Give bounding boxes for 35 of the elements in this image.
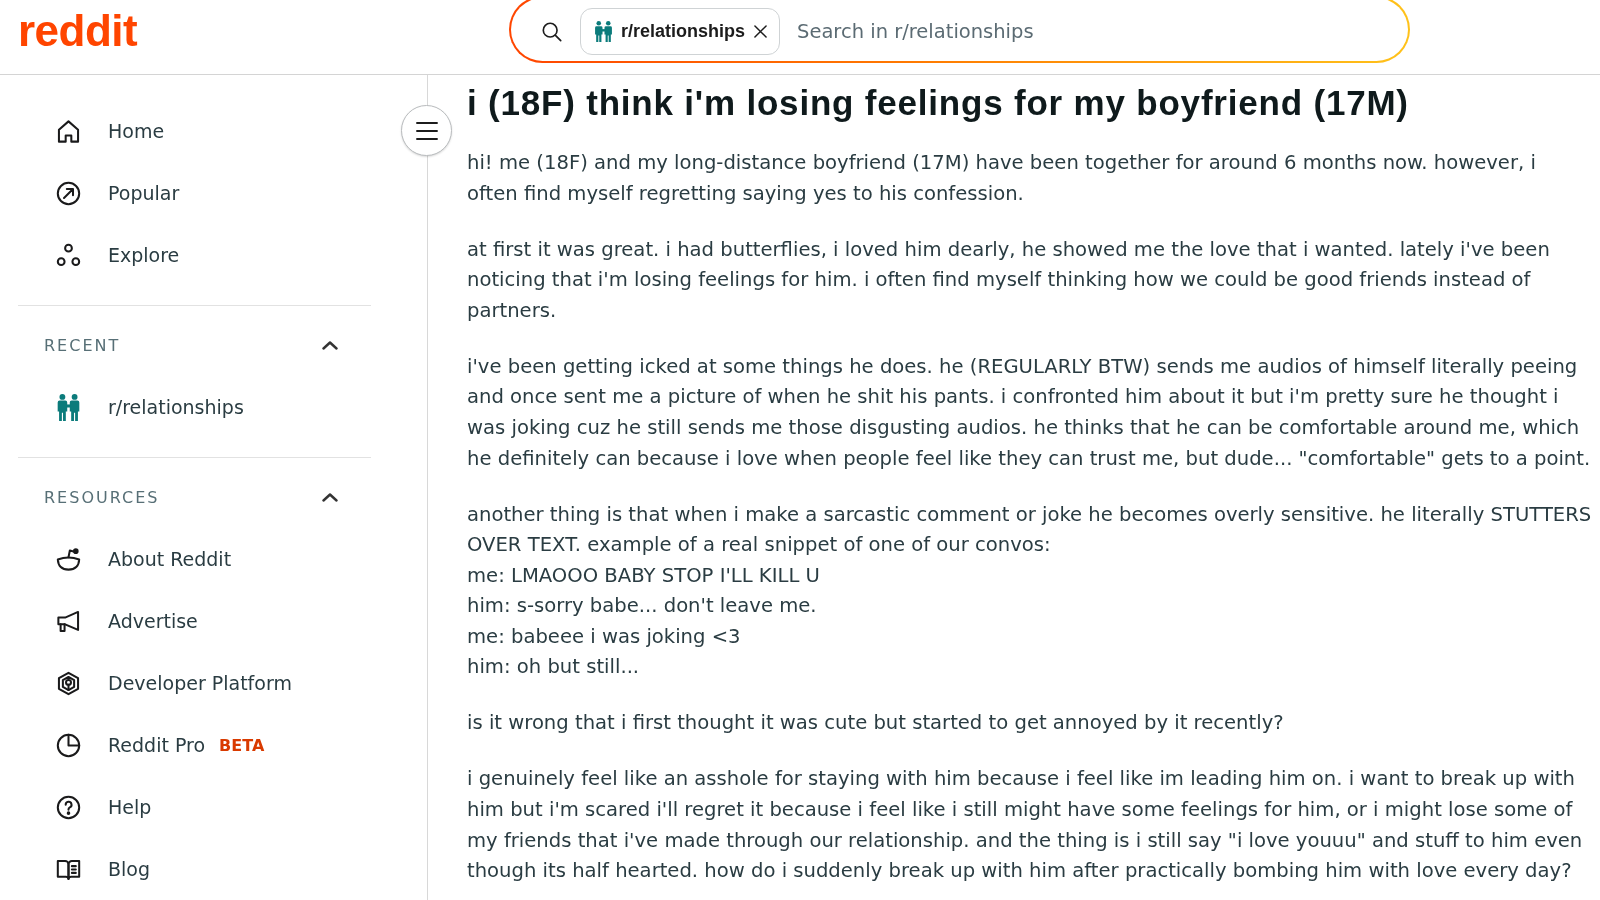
pie-chart-icon [55,731,82,759]
close-icon[interactable] [754,25,768,38]
nav-item[interactable]: Reddit Pro BETA [18,714,371,776]
post-paragraph: i genuinely feel like an asshole for staying with him because i feel like im leading him on. i want to break up with him but i'm scared i'll regret it because i feel like i still might have some feelings for him, or i might lose some of my friends that i've made through our relationship. and the thing is i still say "i love youuu" and stuff to him even though its half hearted. how do i suddenly break up with him after practically bombing him with love every day? [467,766,1584,885]
search-icon [541,20,563,43]
post-title: i (18F) think i'm losing feelings for my boyfriend (17M) [467,82,1410,124]
post-paragraph: i've been getting icked at some things he does. he (REGULARLY BTW) sends me audios of himself literally peeing and once sent me a picture of when he shit his pants. i confronted him about it but i'm pretty sure he thought i was joking cuz he still sends me those disgusting audios. he thinks that he can be comfortable around me, which he definitely can because i love when people feel like they can trust me, but dude... "comfortable" gets to a point. [467,353,1592,472]
menu-icon [415,121,438,140]
post-paragraph: hi! me (18F) and my long-distance boyfriend (17M) have been together for around 6 months now. however, i often find myself regretting saying yes to his confession. [467,150,1537,207]
nav-item[interactable]: Home [18,100,371,162]
section-toggle[interactable]: RECENT [18,325,371,365]
alien-head-icon [55,545,82,573]
people-icon [595,21,612,42]
nav-item[interactable]: Developer Platform [18,652,371,714]
post-paragraph: at first it was great. i had butterflies, i loved him dearly, he showed me the love that i wanted. lately i've been noticing that i'm losing feelings for him. i often find myself thinking how we could be good friends instead of partners. [467,236,1551,324]
beta-label: BETA [219,735,265,755]
search-field[interactable]: Search in r/relationships [795,19,1408,44]
question-circle-icon [55,793,82,821]
menu-button[interactable] [401,105,452,156]
community-chip[interactable]: r/relationships [580,8,781,55]
section-toggle[interactable]: RESOURCES [18,477,371,517]
post-paragraph: another thing is that when i make a sarcastic comment or joke he becomes overly sensitive. he literally STUTTERS OVER TEXT. example of a real snippet of one of our convos: me: LMAOOO BABY STOP I'LL KILL U him: s-sorry babe... don't leave me. me: babeee i was joking <3 him: oh but still... [467,501,1592,681]
home-icon [55,117,82,145]
arrow-circle-icon [55,179,82,207]
post-paragraph: is it wrong that i first thought it was cute but started to get annoyed by it recently? [467,710,1285,737]
three-circles-icon [55,241,82,269]
nav-item[interactable]: Blog [18,838,371,900]
nav-item[interactable]: r/relationships [18,376,371,438]
nav-item[interactable]: Explore [18,224,371,286]
nav-item[interactable]: Popular [18,162,371,224]
nav-item[interactable]: About Reddit [18,528,371,590]
hexagon-icon [55,669,82,697]
nav-item[interactable]: Advertise [18,590,371,652]
nav-item[interactable]: Help [18,776,371,838]
people-icon [55,393,82,421]
